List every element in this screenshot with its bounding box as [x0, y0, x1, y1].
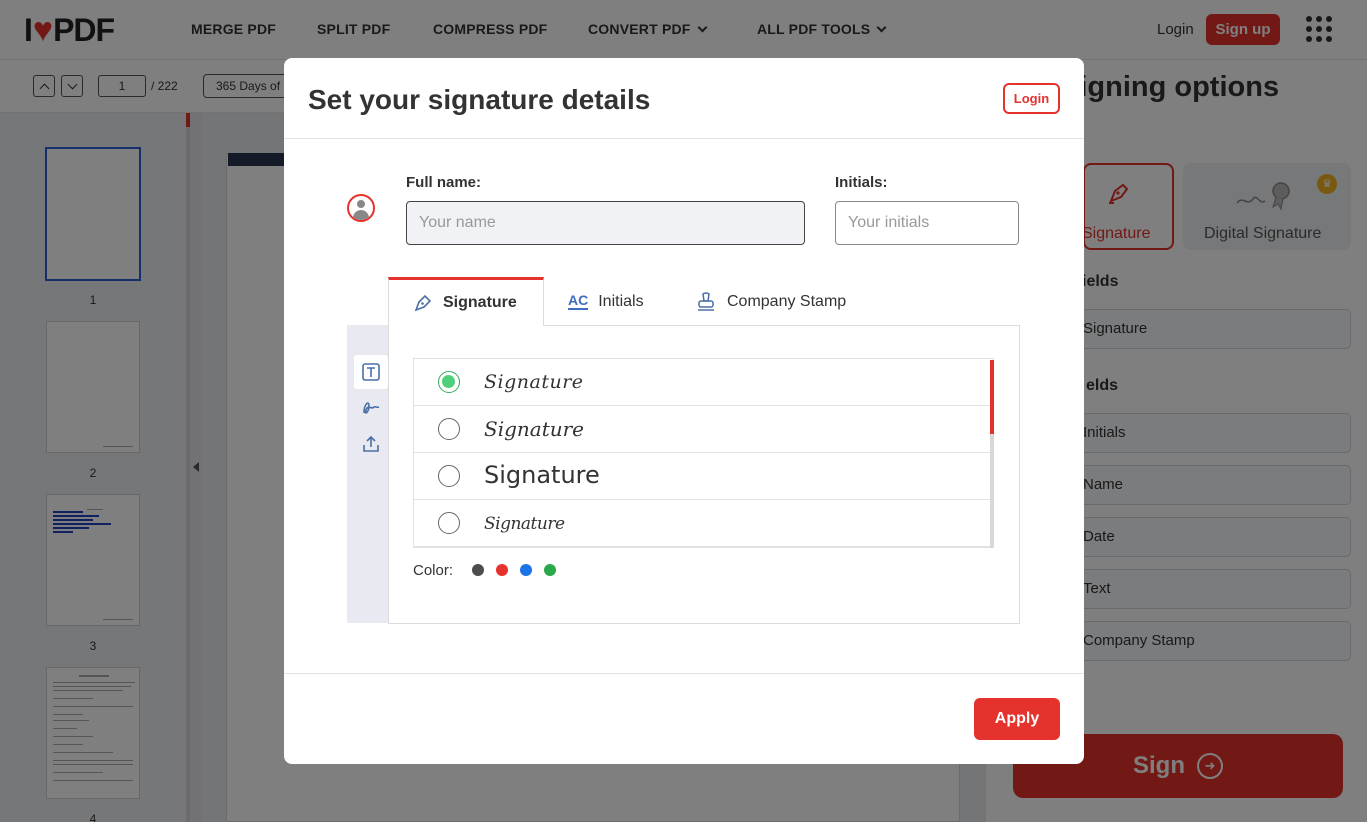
signature-list-scroll-thumb[interactable] — [990, 360, 994, 434]
signature-preview: Signature — [484, 417, 585, 441]
initials-input[interactable] — [835, 201, 1019, 245]
tab-initials-label: Initials — [598, 292, 644, 310]
ac-icon: AC — [568, 291, 589, 310]
tab-signature[interactable]: Signature — [388, 277, 544, 326]
text-tool-button[interactable] — [354, 355, 388, 389]
apply-button[interactable]: Apply — [974, 698, 1060, 740]
color-swatch-dark[interactable] — [472, 564, 484, 576]
radio-selected[interactable] — [438, 371, 460, 393]
color-swatch-green[interactable] — [544, 564, 556, 576]
upload-tool-icon — [363, 435, 379, 452]
stamp-icon — [698, 291, 714, 311]
full-name-label: Full name: — [406, 174, 482, 191]
pen-icon — [414, 294, 432, 312]
radio-unselected[interactable] — [438, 465, 460, 487]
tab-company-stamp-label: Company Stamp — [727, 292, 847, 310]
modal-login-button[interactable]: Login — [1003, 83, 1060, 114]
color-swatch-blue[interactable] — [520, 564, 532, 576]
signature-option-row[interactable]: Signature — [414, 453, 991, 500]
signature-preview: Signature — [484, 514, 565, 534]
signature-option-row[interactable]: Signature — [414, 359, 991, 406]
signature-option-row[interactable]: Signature — [414, 500, 991, 547]
signature-option-row[interactable]: Signature — [414, 406, 991, 453]
tab-company-stamp[interactable]: Company Stamp — [695, 277, 846, 326]
tab-signature-label: Signature — [443, 294, 517, 311]
divider — [284, 673, 1084, 674]
tab-initials[interactable]: AC Initials — [568, 277, 644, 326]
user-icon — [347, 194, 375, 222]
radio-unselected[interactable] — [438, 512, 460, 534]
draw-tool-icon — [363, 402, 380, 414]
color-swatch-red[interactable] — [496, 564, 508, 576]
signature-style-list: Signature Signature Signature Signature — [413, 358, 994, 548]
text-tool-icon — [362, 363, 380, 381]
full-name-input[interactable] — [406, 201, 805, 245]
signature-preview: Signature — [484, 461, 600, 489]
divider — [284, 138, 1084, 139]
signature-details-modal: Set your signature details Login Full na… — [284, 58, 1084, 764]
signature-preview: Signature — [484, 371, 584, 393]
upload-tool-button[interactable] — [354, 427, 388, 461]
color-label: Color: — [413, 562, 454, 579]
draw-tool-button[interactable] — [354, 391, 388, 425]
radio-unselected[interactable] — [438, 418, 460, 440]
initials-label: Initials: — [835, 174, 888, 191]
modal-title: Set your signature details — [308, 84, 651, 115]
